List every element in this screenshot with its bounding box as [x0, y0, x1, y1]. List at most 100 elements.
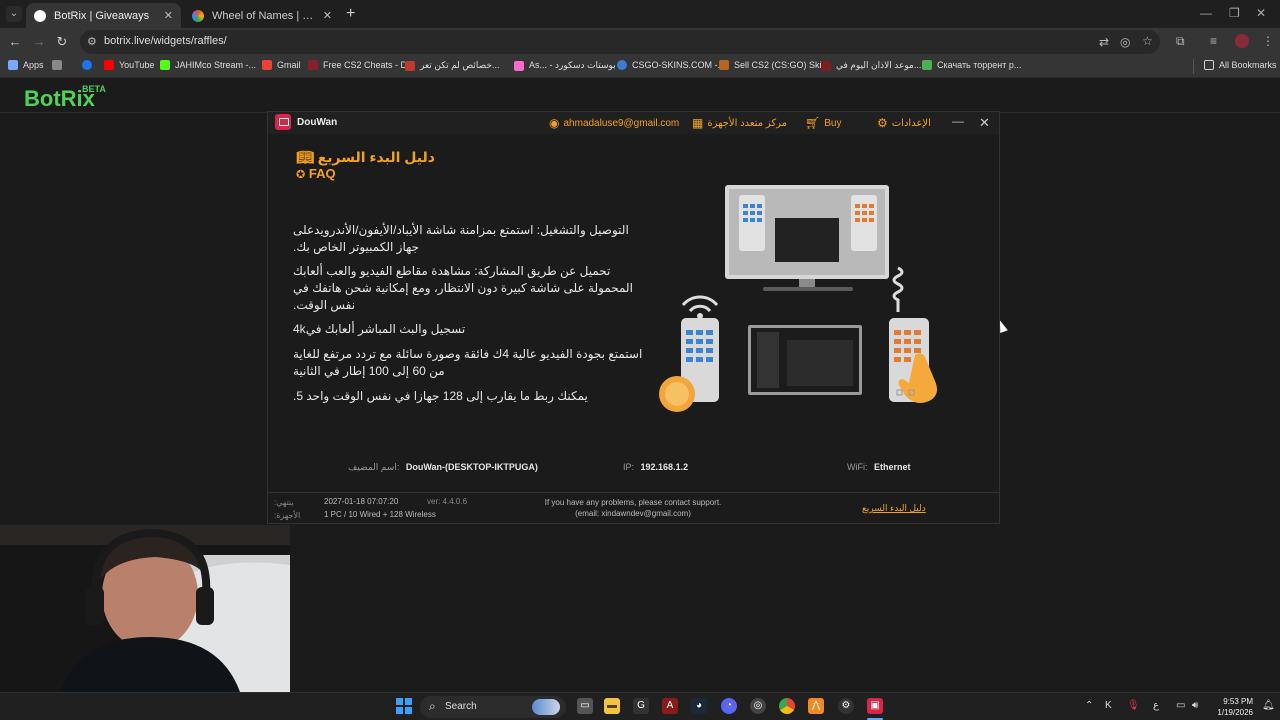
- site-icon: [617, 60, 627, 70]
- tab-title: Wheel of Names | اسم العشوائي: [212, 10, 315, 22]
- footer-quick-guide-link[interactable]: دليل البدء السريع: [862, 503, 926, 514]
- bookmark-discord-posts[interactable]: As... - بوستات دسكورد: [514, 60, 616, 71]
- bookmark-star-icon[interactable]: ☆: [1142, 34, 1153, 48]
- webcam-feed-image: [0, 525, 290, 692]
- eye-off-icon[interactable]: ◎: [1120, 35, 1130, 49]
- bookmark-cs2-cheats[interactable]: Free CS2 Cheats - D...: [308, 60, 415, 70]
- bookmark-sell-cs2[interactable]: Sell CS2 (CS:GO) Ski...: [719, 60, 829, 70]
- account-button[interactable]: ◉ ahmadaluse9@gmail.com: [549, 116, 679, 130]
- bookmark-arabic-features[interactable]: خصائص لم تكن تعر...: [405, 60, 500, 71]
- input-language[interactable]: ع: [1153, 700, 1159, 711]
- chrome-icon[interactable]: [779, 698, 795, 714]
- bookmark-apps[interactable]: Apps: [8, 60, 44, 70]
- support-line: If you have any problems, please contact…: [544, 498, 722, 507]
- diamond-icon: [514, 60, 524, 71]
- bookmark-youtube[interactable]: YouTube: [104, 60, 154, 70]
- bookmark-grid[interactable]: [52, 60, 67, 70]
- discord-icon[interactable]: ◔: [721, 698, 737, 714]
- bookmark-gmail[interactable]: Gmail: [262, 60, 301, 70]
- microphone-icon[interactable]: 🎙︎: [1127, 700, 1140, 711]
- search-icon: ⌕: [429, 699, 436, 713]
- notifications-icon[interactable]: 🔔︎: [1262, 700, 1275, 711]
- tab-wheel-of-names[interactable]: Wheel of Names | اسم العشوائي ✕: [184, 3, 340, 28]
- skull-icon: [308, 60, 318, 70]
- bookmark-csgo-skins[interactable]: CSGO-SKINS.COM -...: [617, 60, 725, 70]
- start-button-icon[interactable]: [396, 698, 412, 714]
- tab-search-chevron-icon[interactable]: ⌄: [6, 6, 22, 22]
- quick-start-guide-link[interactable]: 📖︎ دليل البدء السريع: [296, 149, 435, 166]
- wifi-value: Ethernet: [874, 462, 911, 472]
- bookmark-prayer-time[interactable]: موعد الاذان اليوم في...: [821, 60, 921, 71]
- apps-grid-icon: [8, 60, 18, 70]
- steam-icon[interactable]: ◕: [691, 698, 707, 714]
- system-clock[interactable]: 9:53 PM 1/19/2026: [1208, 696, 1253, 718]
- close-tab-icon[interactable]: ✕: [315, 9, 332, 22]
- bookmarks-bar: Apps YouTube JAHIMco Stream -... Gmail F…: [0, 56, 1280, 78]
- new-tab-button[interactable]: +: [346, 6, 355, 22]
- host-info: اسم المضيف: DouWan-(DESKTOP-IKTPUGA): [348, 462, 538, 473]
- host-label: اسم المضيف:: [348, 462, 400, 472]
- gmail-icon: [262, 60, 272, 70]
- reload-icon[interactable]: ↻: [54, 34, 70, 50]
- task-view-icon[interactable]: ▭: [577, 698, 593, 714]
- tray-app-icon[interactable]: K: [1105, 700, 1112, 711]
- devices-icon: ▦: [692, 116, 704, 130]
- windows-taskbar: ⌕ Search ▭ ▬ G A ◕ ◔ ◎ ⋀ ⚙ ▣ ⌃ K 🎙︎ ع ▭ …: [0, 692, 1280, 720]
- footer-divider: [268, 492, 999, 493]
- bookmark-torrent[interactable]: Скачать торрент р...: [922, 60, 1021, 70]
- wheel-favicon-icon: [192, 9, 204, 22]
- volume-icon[interactable]: 🔊︎: [1192, 700, 1198, 711]
- profile-avatar[interactable]: [1235, 34, 1249, 48]
- douwan-title-bar[interactable]: DouWan ◉ ahmadaluse9@gmail.com ▦ مركز مت…: [268, 112, 999, 134]
- buy-button[interactable]: 🛒︎ Buy: [805, 116, 841, 130]
- close-window-icon[interactable]: ✕: [1256, 6, 1266, 20]
- folder-icon: [1204, 60, 1214, 70]
- logitech-icon[interactable]: G: [633, 698, 649, 714]
- support-text: If you have any problems, please contact…: [530, 497, 736, 519]
- book-icon: 📖︎: [296, 149, 314, 165]
- back-icon[interactable]: ←: [7, 34, 23, 49]
- facebook-icon: [82, 60, 92, 70]
- feature-record-stream: تسجيل والبث المباشر ألعابك في4k: [293, 322, 466, 336]
- faq-link[interactable]: ✪ FAQ: [296, 166, 336, 181]
- douwan-taskbar-icon[interactable]: ▣: [867, 698, 883, 714]
- webcam-overlay: [0, 525, 290, 692]
- faq-icon: ✪: [296, 169, 306, 181]
- extensions-icon[interactable]: ⧉: [1176, 34, 1185, 49]
- feature-128-devices: يمكنك ربط ما يقارب إلى 128 جهازا في نفس …: [293, 389, 588, 403]
- address-bar[interactable]: ⚙ botrix.live/widgets/raffles/ ⇄ ◎ ☆: [80, 30, 1160, 54]
- restore-icon[interactable]: ❐: [1229, 6, 1240, 20]
- settings-button[interactable]: ⚙ الإعدادات: [877, 116, 931, 130]
- douwan-logo-icon: [275, 114, 291, 130]
- bookmark-facebook[interactable]: [82, 60, 97, 70]
- tray-overflow-icon[interactable]: ⌃: [1085, 700, 1093, 711]
- close-tab-icon[interactable]: ✕: [156, 9, 173, 22]
- bookmark-kick[interactable]: JAHIMco Stream -...: [160, 60, 256, 70]
- site-info-icon[interactable]: ⚙: [87, 35, 97, 48]
- menu-icon[interactable]: ⋮: [1262, 34, 1274, 48]
- douwan-minimize-icon[interactable]: —: [952, 114, 964, 128]
- grid-icon: [52, 60, 62, 70]
- douwan-close-icon[interactable]: ✕: [979, 115, 990, 131]
- taskbar-search[interactable]: ⌕ Search: [420, 696, 566, 718]
- clock-time: 9:53 PM: [1223, 697, 1253, 706]
- ip-value: 192.168.1.2: [640, 462, 689, 472]
- minimize-icon[interactable]: —: [1200, 6, 1212, 20]
- app-icon[interactable]: ◎: [750, 698, 766, 714]
- all-bookmarks[interactable]: All Bookmarks: [1204, 60, 1277, 70]
- site-icon: [821, 60, 831, 71]
- network-icon[interactable]: ▭: [1176, 700, 1185, 711]
- devices-illustration: [659, 185, 937, 412]
- translate-icon[interactable]: ⇄: [1099, 35, 1109, 49]
- forward-icon[interactable]: →: [31, 34, 47, 49]
- reading-list-icon[interactable]: ≡: [1210, 34, 1217, 48]
- tab-botrix[interactable]: BotRix | Giveaways ✕: [26, 3, 181, 28]
- multi-device-button[interactable]: ▦ مركز متعدد الأجهزة: [692, 116, 787, 130]
- feature-4k-quality: استمتع بجودة الفيديو عالية 4ك فائقة وصور…: [293, 347, 643, 378]
- settings-app-icon[interactable]: ⚙: [838, 698, 854, 714]
- adobe-icon[interactable]: A: [662, 698, 678, 714]
- file-explorer-icon[interactable]: ▬: [604, 698, 620, 714]
- feature-plug-and-play: التوصيل والتشغيل: استمتع بمزامنة شاشة ال…: [293, 223, 629, 254]
- botrix-favicon-icon: [34, 9, 46, 22]
- app-icon[interactable]: ⋀: [808, 698, 824, 714]
